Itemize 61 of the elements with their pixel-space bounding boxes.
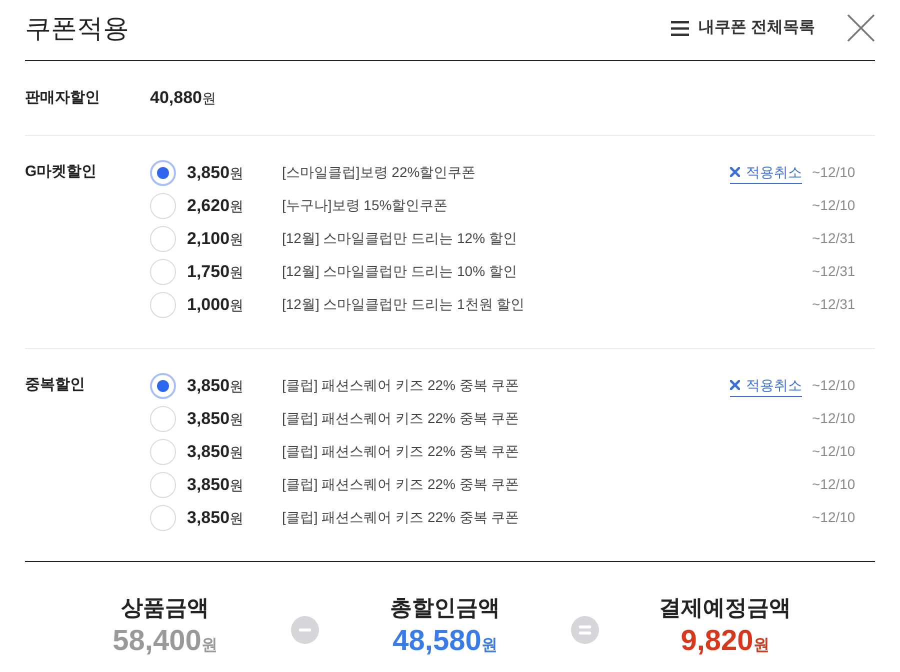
radio-button[interactable]: [150, 406, 176, 432]
coupon-amount: 3,850원: [187, 474, 245, 496]
expiry-date: ~12/10: [812, 376, 856, 395]
coupon-name: [스마일클럽]보령 22%할인쿠폰: [282, 163, 477, 182]
coupon-amount: 1,000원: [187, 294, 245, 316]
cross-icon: [730, 166, 740, 176]
coupon-list-link[interactable]: 내쿠폰 전체목록: [670, 16, 815, 40]
row-label: 판매자할인: [25, 88, 101, 108]
coupon-amount: 3,850원: [187, 506, 245, 529]
radio-button[interactable]: [150, 192, 176, 218]
equals-icon: [571, 616, 599, 644]
radio-button[interactable]: [150, 472, 176, 498]
radio-button[interactable]: [150, 160, 176, 186]
coupon-amount: 3,850원: [187, 374, 245, 397]
menu-icon: [670, 20, 689, 36]
summary-label: 결제예정금액: [659, 594, 791, 622]
section-label: G마켓할인: [25, 162, 97, 182]
section-label: 중복할인: [25, 375, 85, 396]
coupon-amount: 3,850원: [187, 408, 245, 430]
expiry-date: ~12/10: [812, 442, 856, 461]
coupon-name: [12월] 스마일클럽만 드리는 1천원 할인: [282, 295, 526, 314]
coupon-name: [누구나]보령 15%할인쿠폰: [282, 196, 449, 215]
coupon-name: [클럽] 패션스퀘어 키즈 22% 중복 쿠폰: [282, 409, 520, 428]
cross-icon: [730, 380, 740, 390]
coupon-name: [클럽] 패션스퀘어 키즈 22% 중복 쿠폰: [282, 376, 520, 395]
close-button[interactable]: [847, 14, 875, 42]
expiry-date: ~12/10: [812, 508, 856, 527]
radio-button[interactable]: [150, 258, 176, 284]
expiry-date: ~12/31: [812, 295, 856, 314]
coupon-amount: 2,100원: [187, 228, 245, 250]
radio-button[interactable]: [150, 226, 176, 252]
close-icon: [847, 14, 875, 42]
radio-button[interactable]: [150, 504, 176, 530]
radio-button[interactable]: [150, 438, 176, 464]
radio-button[interactable]: [150, 372, 176, 398]
cancel-coupon-link[interactable]: 적용취소: [730, 374, 802, 396]
cancel-coupon-link[interactable]: 적용취소: [730, 162, 802, 184]
coupon-amount: 2,620원: [187, 194, 245, 217]
summary-amount: 48,580원: [392, 624, 498, 659]
minus-icon: [291, 616, 319, 644]
expiry-date: ~12/31: [812, 229, 856, 248]
expiry-date: ~12/10: [812, 196, 856, 215]
summary-label: 상품금액: [121, 594, 209, 622]
coupon-name: [12월] 스마일클럽만 드리는 10% 할인: [282, 262, 518, 281]
radio-button[interactable]: [150, 292, 176, 318]
coupon-amount: 3,850원: [187, 440, 245, 463]
summary-label: 총할인금액: [390, 594, 500, 622]
dialog-title: 쿠폰적용: [25, 12, 129, 45]
expiry-date: ~12/10: [812, 163, 856, 182]
coupon-name: [클럽] 패션스퀘어 키즈 22% 중복 쿠폰: [282, 475, 520, 494]
expiry-date: ~12/10: [812, 409, 856, 428]
expiry-date: ~12/10: [812, 475, 856, 494]
discount-amount: 40,880원: [150, 87, 216, 110]
coupon-name: [클럽] 패션스퀘어 키즈 22% 중복 쿠폰: [282, 442, 520, 461]
coupon-name: [클럽] 패션스퀘어 키즈 22% 중복 쿠폰: [282, 508, 520, 527]
coupon-amount: 1,750원: [187, 260, 245, 283]
coupon-amount: 3,850원: [187, 162, 245, 184]
summary-amount: 58,400원: [112, 624, 218, 659]
expiry-date: ~12/31: [812, 262, 856, 281]
summary-amount: 9,820원: [680, 624, 770, 659]
coupon-name: [12월] 스마일클럽만 드리는 12% 할인: [282, 229, 518, 248]
